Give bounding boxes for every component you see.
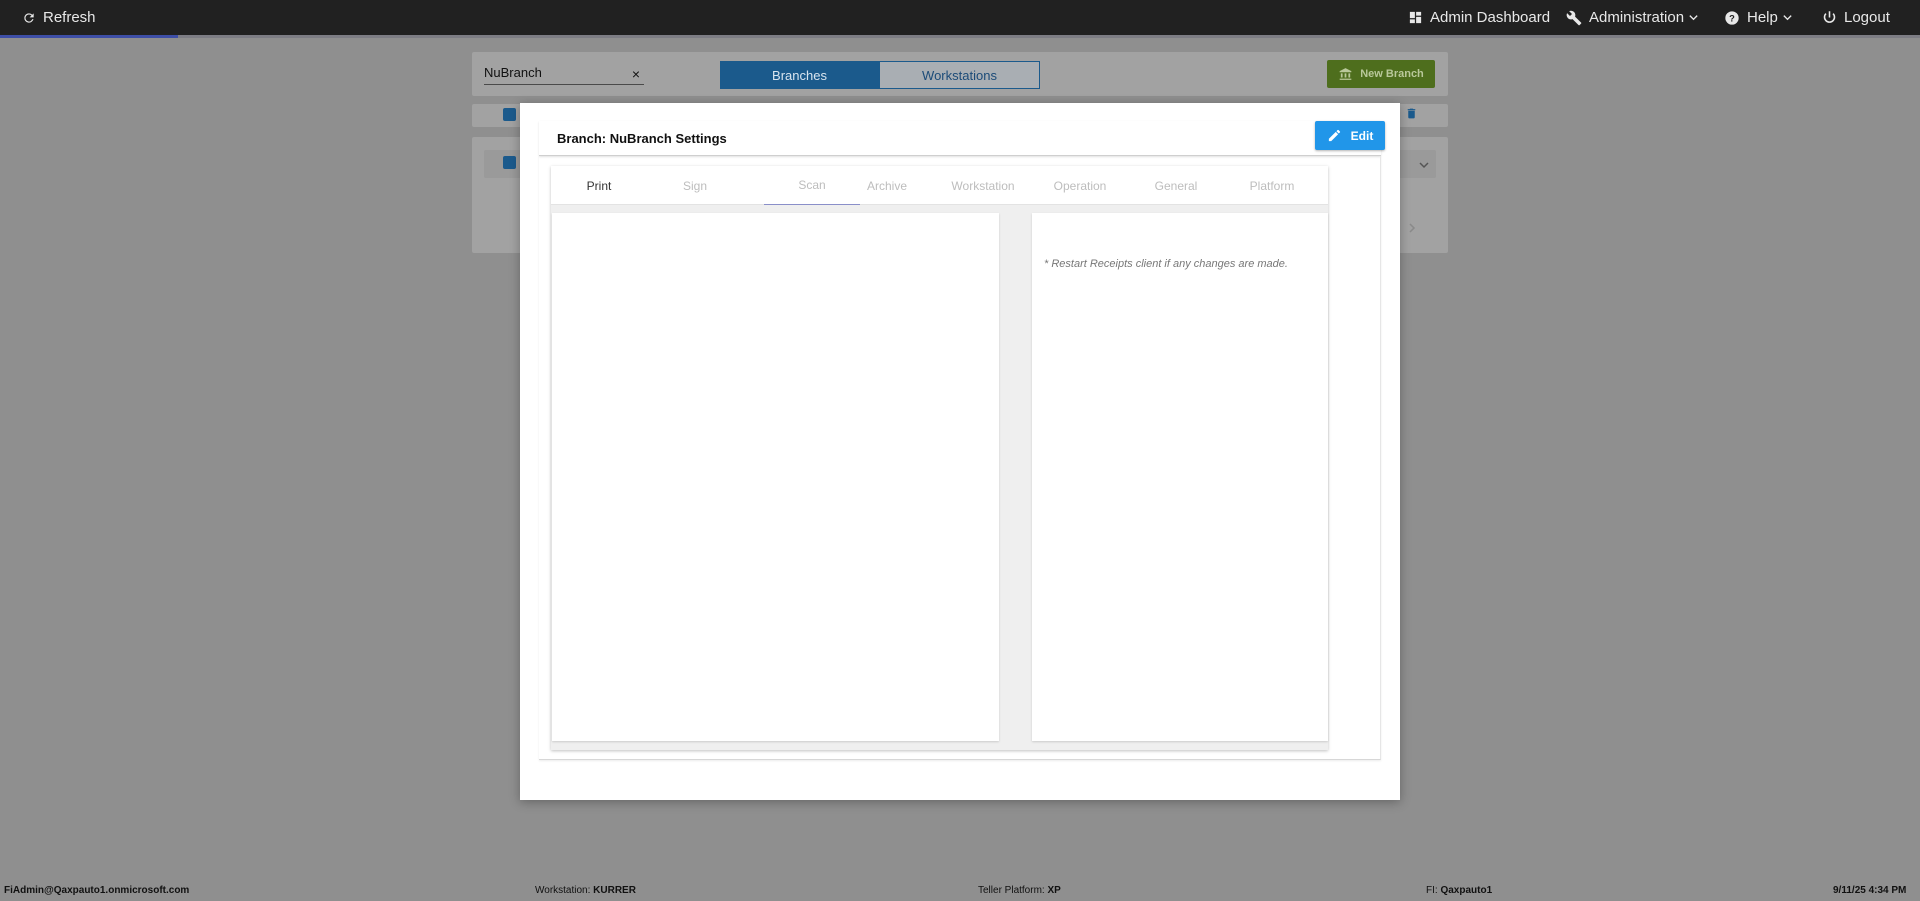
new-branch-button[interactable]: New Branch [1327,60,1435,88]
select-all-checkbox[interactable] [503,108,516,121]
dashboard-icon [1409,11,1422,24]
chevron-right-icon[interactable] [1406,222,1418,234]
logout-label: Logout [1844,9,1890,26]
status-datetime-value: 9/11/25 4:34 PM [1833,885,1907,896]
logout-button[interactable]: Logout [1822,0,1890,35]
search-input[interactable] [484,62,624,82]
bank-icon [1339,68,1352,80]
help-label: Help [1747,9,1778,26]
status-fi-label: FI: [1426,885,1438,896]
tab-archive[interactable]: Archive [839,166,935,205]
chevron-down-icon[interactable] [1418,159,1430,171]
pencil-icon [1328,129,1340,142]
status-fi-value: Qaxpauto1 [1440,885,1493,896]
administration-label: Administration [1589,9,1685,26]
tab-platform[interactable]: Platform [1224,166,1320,205]
top-nav-bar: Refresh Admin Dashboard Administration ?… [0,0,1920,38]
chevron-down-icon [1689,15,1698,21]
new-branch-label: New Branch [1360,68,1424,80]
settings-panel: Print Sign Scan Archive Workstation Oper… [551,166,1328,750]
refresh-label: Refresh [43,9,96,26]
tab-branches[interactable]: Branches [720,61,879,89]
restart-note: * Restart Receipts client if any changes… [1044,258,1288,270]
svg-text:?: ? [1729,13,1735,23]
tab-print[interactable]: Print [551,166,647,205]
tab-general[interactable]: General [1128,166,1224,205]
tab-workstations[interactable]: Workstations [879,61,1040,89]
status-datetime: 9/11/25 4:34 PM [1833,885,1906,896]
admin-dashboard-link[interactable]: Admin Dashboard [1408,0,1550,35]
status-bar: FiAdmin@Qaxpauto1.onmicrosoft.com Workst… [0,880,1920,901]
wrench-icon [1566,10,1582,25]
edit-label: Edit [1350,128,1374,143]
clear-search-icon[interactable]: × [632,66,640,82]
trash-icon[interactable] [1405,106,1418,121]
checkbox-icon[interactable] [503,156,516,169]
power-icon [1823,11,1836,23]
edit-button[interactable]: Edit [1315,121,1385,150]
help-circle-icon: ? [1725,10,1739,25]
settings-tabbar: Print Sign Scan Archive Workstation Oper… [551,166,1328,205]
status-teller-value: XP [1047,885,1061,896]
branch-search: × [484,62,644,85]
status-user-value: FiAdmin@Qaxpauto1.onmicrosoft.com [4,885,190,896]
status-teller-platform: Teller Platform: XP [978,885,1061,896]
progress-track [178,35,1920,38]
status-workstation: Workstation: KURRER [535,885,636,896]
administration-menu[interactable]: Administration [1566,0,1699,35]
status-fi: FI: Qaxpauto1 [1426,885,1492,896]
dialog-title: Branch: NuBranch Settings [557,131,727,146]
admin-dashboard-label: Admin Dashboard [1430,9,1551,26]
settings-right-pane: * Restart Receipts client if any changes… [1032,213,1328,741]
help-menu[interactable]: ? Help [1724,0,1793,35]
status-workstation-label: Workstation: [535,885,591,896]
status-user: FiAdmin@Qaxpauto1.onmicrosoft.com [4,885,189,896]
refresh-icon [24,12,34,23]
chevron-down-icon [1783,15,1792,21]
tab-operation[interactable]: Operation [1032,166,1128,205]
refresh-button[interactable]: Refresh [22,0,96,35]
status-workstation-value: KURRER [593,885,636,896]
tab-workstation[interactable]: Workstation [935,166,1031,205]
status-teller-label: Teller Platform: [978,885,1045,896]
settings-left-pane [552,213,999,741]
tab-sign[interactable]: Sign [647,166,743,205]
dialog-header: Branch: NuBranch Settings [539,121,1381,156]
loading-progress-bar [0,35,178,38]
